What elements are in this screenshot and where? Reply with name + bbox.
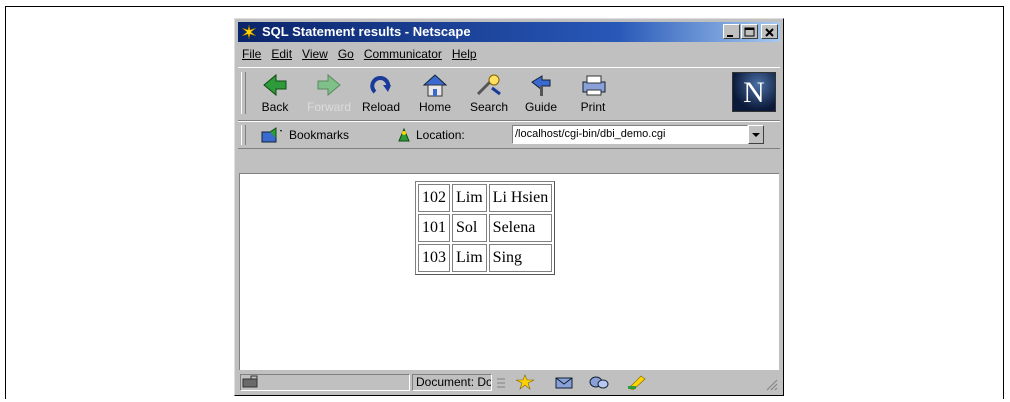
location-grip[interactable] xyxy=(241,125,246,145)
guide-button[interactable]: Guide xyxy=(516,72,566,118)
forward-button[interactable]: Forward xyxy=(304,72,354,118)
forward-label: Forward xyxy=(306,100,351,114)
netscape-app-icon[interactable] xyxy=(241,24,257,40)
reload-button[interactable]: Reload xyxy=(356,72,406,118)
search-button[interactable]: Search xyxy=(464,72,514,118)
table-row: 101 Sol Selena xyxy=(418,214,553,242)
title-bar[interactable]: SQL Statement results - Netscape xyxy=(238,22,780,42)
separator-grip-icon xyxy=(497,378,505,388)
table-cell: Sol xyxy=(452,214,487,242)
location-icon[interactable] xyxy=(396,127,412,143)
home-icon xyxy=(422,74,448,97)
table-cell: Lim xyxy=(452,184,487,212)
table-cell: Selena xyxy=(488,214,553,242)
bookmarks-icon xyxy=(261,127,282,143)
search-label: Search xyxy=(469,100,509,114)
maximize-button[interactable] xyxy=(741,24,758,39)
toolbar-grip[interactable] xyxy=(241,72,246,114)
table-cell: Sing xyxy=(488,244,553,272)
menu-help[interactable]: Help xyxy=(452,45,477,63)
composer-icon[interactable] xyxy=(626,374,648,390)
status-bar: Document: Done xyxy=(238,372,780,392)
table-row: 102 Lim Li Hsien xyxy=(418,184,553,212)
back-label: Back xyxy=(261,100,289,114)
url-dropdown-button[interactable] xyxy=(748,125,764,144)
guide-icon xyxy=(531,75,551,96)
table-cell: Li Hsien xyxy=(488,184,553,212)
navigator-icon[interactable] xyxy=(514,374,536,390)
home-button[interactable]: Home xyxy=(410,72,460,118)
results-table: 102 Lim Li Hsien 101 Sol Selena 103 Lim … xyxy=(415,181,556,275)
table-cell: Lim xyxy=(452,244,487,272)
reload-label: Reload xyxy=(361,100,401,114)
menu-file[interactable]: File xyxy=(242,45,261,63)
print-button[interactable]: Print xyxy=(568,72,618,118)
table-cell: 101 xyxy=(418,214,450,242)
window-title: SQL Statement results - Netscape xyxy=(262,24,471,39)
home-label: Home xyxy=(418,100,451,114)
table-cell: 103 xyxy=(418,244,450,272)
back-arrow-icon xyxy=(263,73,287,97)
back-button[interactable]: Back xyxy=(250,72,300,118)
maximize-icon xyxy=(744,27,755,37)
location-toolbar: Bookmarks Location: /localhost/cgi-bin/d… xyxy=(238,121,780,149)
status-text: Document: Done xyxy=(416,375,492,389)
menu-go[interactable]: Go xyxy=(338,45,354,63)
menu-view[interactable]: View xyxy=(302,45,328,63)
menu-bar: File Edit View Go Communicator Help xyxy=(238,45,780,63)
location-label: Location: xyxy=(416,128,465,142)
reload-icon xyxy=(370,76,391,94)
window-controls xyxy=(723,24,778,40)
print-label: Print xyxy=(580,100,606,114)
table-row: 103 Lim Sing xyxy=(418,244,553,272)
url-input[interactable]: /localhost/cgi-bin/dbi_demo.cgi xyxy=(512,125,748,144)
table-cell: 102 xyxy=(418,184,450,212)
menu-edit[interactable]: Edit xyxy=(271,45,292,63)
guide-label: Guide xyxy=(524,100,558,114)
chevron-down-icon xyxy=(752,133,760,137)
menu-communicator[interactable]: Communicator xyxy=(364,45,442,63)
bookmarks-label: Bookmarks xyxy=(289,128,350,142)
navigation-toolbar: Back Forward Reload Home Search Guide Pr… xyxy=(238,67,780,121)
security-cell[interactable] xyxy=(240,374,410,391)
resize-grip-icon[interactable] xyxy=(764,377,778,391)
location-label-group: Location: xyxy=(396,125,465,145)
forward-arrow-icon xyxy=(317,73,341,97)
netscape-n-logo[interactable]: N xyxy=(732,72,776,112)
close-icon xyxy=(765,28,774,37)
minimize-icon xyxy=(727,35,733,37)
minimize-button[interactable] xyxy=(723,24,740,39)
status-text-cell: Document: Done xyxy=(412,374,492,391)
bookmarks-button[interactable]: Bookmarks xyxy=(260,125,349,145)
print-icon xyxy=(582,75,606,96)
mail-icon[interactable] xyxy=(554,374,576,390)
security-lock-icon xyxy=(242,375,258,388)
search-icon xyxy=(476,74,501,96)
page-content: 102 Lim Li Hsien 101 Sol Selena 103 Lim … xyxy=(239,173,779,370)
netscape-window: SQL Statement results - Netscape File Ed… xyxy=(234,18,784,396)
close-button[interactable] xyxy=(761,24,778,39)
newsgroups-icon[interactable] xyxy=(588,374,610,390)
